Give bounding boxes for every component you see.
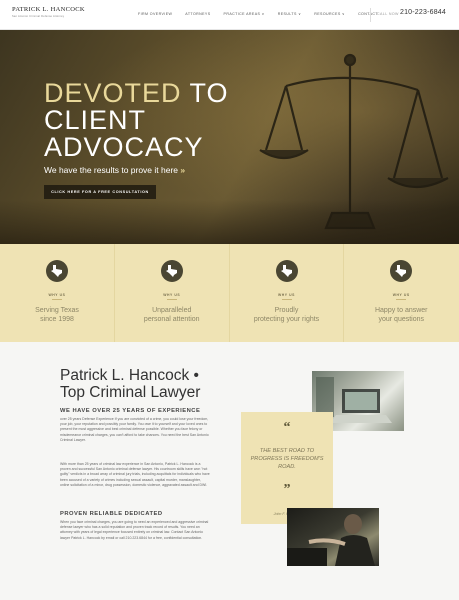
experience-paragraph: over 25 years Defense Experience If you … <box>60 417 209 442</box>
feature-divider <box>166 299 177 300</box>
hero-headline-line3: ADVOCACY <box>44 132 204 162</box>
section-title-line1: Patrick L. Hancock • <box>60 367 199 384</box>
logo[interactable]: PATRICK L. HANCOCK San Antonio Criminal … <box>12 6 85 18</box>
feature-card: WHY US Happy to answer your questions <box>344 244 459 342</box>
feature-why-label: WHY US <box>277 293 296 297</box>
feature-why-label: WHY US <box>392 293 410 297</box>
feature-divider <box>281 299 292 300</box>
feature-line2: personal attention <box>143 315 200 323</box>
nav-firm-overview[interactable]: FIRM OVERVIEW <box>138 12 172 16</box>
feature-line1: Unparalleled <box>152 307 192 314</box>
feature-why-label: WHY US <box>48 293 66 297</box>
texas-icon <box>390 260 413 282</box>
nav-attorneys[interactable]: ATTORNEYS <box>185 12 210 16</box>
hero-floor-shadow <box>0 200 459 244</box>
nav-resources[interactable]: RESOURCES ∨ <box>314 12 345 16</box>
hero-subtitle-text: We have the results to prove it here <box>44 165 179 175</box>
main-nav: FIRM OVERVIEW ATTORNEYS PRACTICE AREAS ∨… <box>138 12 391 16</box>
free-consultation-button[interactable]: CLICK HERE FOR A FREE CONSULTATION <box>44 185 156 199</box>
feature-line2: your questions <box>378 315 425 323</box>
nav-divider <box>370 8 371 22</box>
hero-subtitle-link[interactable]: We have the results to prove it here » <box>44 165 185 175</box>
phone-number-link[interactable]: 210-223-6844 <box>400 9 446 16</box>
section-title: Patrick L. Hancock • Top Criminal Lawyer <box>60 367 200 401</box>
record-paragraph: With more than 25 years of criminal law … <box>60 462 210 487</box>
hero-headline-accent: DEVOTED <box>44 78 182 108</box>
feature-line1: Happy to answer <box>374 307 428 314</box>
hero-headline: DEVOTED TO CLIENT ADVOCACY <box>44 80 229 161</box>
open-quote-icon: “ <box>283 420 291 435</box>
site-header: PATRICK L. HANCOCK San Antonio Criminal … <box>0 0 459 30</box>
hero-headline-to: TO <box>181 78 229 108</box>
feature-line2: since 1998 <box>40 315 74 323</box>
hero-banner: DEVOTED TO CLIENT ADVOCACY We have the r… <box>0 30 459 244</box>
nav-contact[interactable]: CONTACT <box>358 12 378 16</box>
feature-card: WHY US Proudly protecting your rights <box>230 244 345 342</box>
contact-paragraph: When you face criminal charges, you are … <box>60 520 209 540</box>
feature-card: WHY US Serving Texas since 1998 <box>0 244 115 342</box>
feature-text: Proudly protecting your rights <box>230 307 344 324</box>
features-band: WHY US Serving Texas since 1998 WHY US U… <box>0 244 459 342</box>
feature-line1: Proudly <box>274 307 299 314</box>
handshake-photo <box>287 508 379 566</box>
feature-card: WHY US Unparalleled personal attention <box>115 244 230 342</box>
double-arrow-icon: » <box>180 165 186 175</box>
hero-headline-line2: CLIENT <box>44 105 147 135</box>
logo-name: PATRICK L. HANCOCK <box>12 6 85 13</box>
nav-practice-areas[interactable]: PRACTICE AREAS ∨ <box>224 12 265 16</box>
feature-text: Serving Texas since 1998 <box>0 307 114 324</box>
section-title-line2: Top Criminal Lawyer <box>60 384 201 401</box>
feature-line2: protecting your rights <box>253 315 320 323</box>
call-now-label: CALL NOW <box>377 12 399 16</box>
feature-line1: Serving Texas <box>35 307 79 314</box>
texas-icon <box>160 260 183 282</box>
feature-text: Unparalleled personal attention <box>115 307 229 324</box>
feature-divider <box>52 299 62 300</box>
nav-results[interactable]: RESULTS ∨ <box>278 12 302 16</box>
experience-heading: WE HAVE OVER 25 YEARS OF EXPERIENCE <box>60 408 201 414</box>
logo-tagline: San Antonio Criminal Defense Attorney <box>12 15 65 18</box>
feature-text: Happy to answer your questions <box>344 307 458 324</box>
feature-divider <box>396 299 407 300</box>
texas-icon <box>275 260 298 282</box>
close-quote-icon: ” <box>283 482 291 497</box>
feature-why-label: WHY US <box>163 293 181 297</box>
texas-icon <box>46 260 68 282</box>
quote-text: THE BEST ROAD TO PROGRESS IS FREEDOM'S R… <box>250 448 324 470</box>
proven-heading: PROVEN RELIABLE DEDICATED <box>60 511 163 517</box>
